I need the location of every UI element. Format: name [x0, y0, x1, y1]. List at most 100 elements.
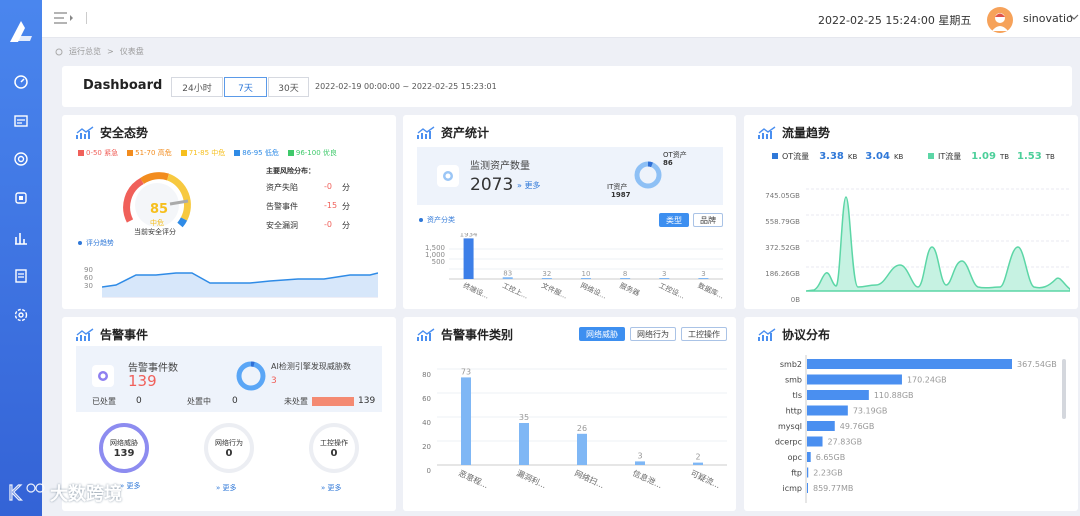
protocol-bar-chart: smb2 367.54GB smb 170.24GB tls 110.88GB http 73…: [775, 355, 1057, 503]
tab-7d[interactable]: 7天: [224, 77, 267, 97]
score-trend-chart: [102, 272, 378, 298]
alarm-bar-chart: 73 恶意程... 35 漏洞利... 26 网络扫... 3 信息泄... 2 可疑流...: [437, 367, 727, 490]
nav-list-icon[interactable]: [9, 109, 33, 133]
severity-legend-item: 51-70 高危: [127, 148, 172, 158]
ics-more-link[interactable]: » 更多: [321, 483, 342, 493]
breadcrumb: 运行总览 > 仪表盘: [55, 46, 144, 57]
network-threat-circle[interactable]: 网络威胁 139: [99, 423, 149, 473]
protocol-bar[interactable]: [807, 483, 808, 493]
x-tick-label: 服务器: [618, 281, 641, 298]
dashboard-header: Dashboard 24小时 7天 30天 2022-02-19 00:00:0…: [62, 66, 1072, 107]
nav-chart-icon[interactable]: [9, 226, 33, 250]
threat-more-link[interactable]: » 更多: [120, 481, 141, 491]
score-caption: 当前安全评分: [134, 228, 176, 236]
trend-chart-icon: [76, 125, 94, 139]
network-behavior-circle[interactable]: 网络行为 0: [204, 423, 254, 473]
protocol-bar[interactable]: [807, 421, 835, 431]
alarm-bar[interactable]: [693, 462, 703, 465]
type-button[interactable]: 类型: [659, 213, 689, 227]
asset-donut-chart: [634, 161, 662, 189]
severity-legend: 0-50 紧急 51-70 高危 71-85 中危 86-95 低危 96-100 优良: [78, 148, 337, 158]
protocol-name: icmp: [783, 484, 803, 493]
ai-donut-chart: [236, 361, 266, 391]
alarm-bar[interactable]: [577, 433, 587, 465]
x-tick-label: 文件服...: [540, 281, 569, 301]
protocol-bar[interactable]: [807, 359, 1012, 369]
protocol-name: dcerpc: [775, 438, 802, 447]
protocol-bar[interactable]: [807, 436, 823, 447]
trend-chart-icon: [417, 327, 435, 341]
avatar[interactable]: [987, 7, 1013, 33]
behavior-filter-button[interactable]: 网络行为: [630, 327, 676, 341]
protocol-bar[interactable]: [807, 390, 869, 400]
chevron-down-icon[interactable]: [1069, 12, 1079, 22]
alarm-types-title: 告警事件类别: [417, 326, 513, 343]
risk-label: 告警事件: [266, 202, 298, 211]
ot-asset-value: 86: [663, 159, 673, 167]
ot-traffic-legend: OT流量 3.38 KB 3.04 KB: [772, 151, 903, 162]
location-icon: [55, 48, 63, 55]
score-value: 85: [150, 202, 169, 217]
bar-value-label: 1934: [460, 233, 478, 238]
asset-bar[interactable]: [659, 278, 670, 279]
behavior-more-link[interactable]: » 更多: [216, 483, 237, 493]
threat-filter-button[interactable]: 网络威胁: [579, 327, 625, 341]
breadcrumb-root[interactable]: 运行总览: [69, 46, 101, 57]
tab-24h[interactable]: 24小时: [171, 77, 223, 97]
divider: [86, 12, 87, 24]
handled-label: 已处置: [92, 397, 116, 406]
protocol-value-label: 170.24GB: [907, 376, 947, 385]
alarm-y-axis: 80 60 40 20 0: [422, 371, 431, 475]
x-tick-label: 可疑流...: [689, 468, 722, 490]
severity-legend-item: 96-100 优良: [287, 148, 337, 158]
asset-bar[interactable]: [541, 278, 552, 279]
protocol-bar[interactable]: [807, 467, 809, 478]
nav-dashboard-icon[interactable]: [9, 70, 33, 94]
tab-30d[interactable]: 30天: [268, 77, 309, 97]
protocol-name: mysql: [778, 422, 802, 431]
protocol-bar[interactable]: [807, 374, 902, 385]
bar-value-label: 3: [637, 451, 642, 460]
alarm-types-card: 告警事件类别 网络威胁 网络行为 工控操作 80 60 40 20 0 73 恶意程...…: [403, 317, 736, 511]
brand-button[interactable]: 品牌: [693, 213, 723, 227]
protocols-title: 协议分布: [758, 326, 830, 343]
protocol-value-label: 110.88GB: [874, 391, 914, 400]
scrollbar[interactable]: [1062, 359, 1066, 419]
risk-value: -15: [324, 201, 338, 210]
menu-toggle-icon[interactable]: [54, 12, 74, 24]
nav-settings-icon[interactable]: [9, 303, 33, 327]
protocol-name: opc: [788, 453, 802, 462]
assets-title: 资产统计: [417, 124, 489, 141]
asset-bar[interactable]: [463, 238, 474, 279]
nav-report-icon[interactable]: [9, 264, 33, 288]
traffic-y-axis: 745.05GB 558.79GB 372.52GB 186.26GB 0B: [765, 192, 800, 304]
username[interactable]: sinovatio: [1023, 12, 1073, 25]
alarm-icon: [92, 365, 114, 387]
unhandled-bar: [312, 397, 354, 406]
nav-target-icon[interactable]: [9, 147, 33, 171]
ics-filter-button[interactable]: 工控操作: [681, 327, 727, 341]
ics-operation-circle[interactable]: 工控操作 0: [309, 423, 359, 473]
processing-label: 处置中: [187, 397, 211, 406]
asset-bar[interactable]: [698, 278, 709, 279]
traffic-title: 流量趋势: [758, 124, 830, 141]
asset-bar[interactable]: [620, 278, 631, 279]
bar-value-label: 2: [695, 453, 700, 462]
asset-bar[interactable]: [581, 278, 591, 279]
alarm-count-value: 139: [128, 372, 157, 390]
protocols-card: 协议分布 smb2 367.54GB smb 170.24GB tls 110.88GB h…: [744, 317, 1078, 511]
protocol-bar[interactable]: [807, 405, 848, 416]
asset-bar[interactable]: [502, 277, 513, 279]
alarm-bar[interactable]: [635, 461, 645, 465]
nav-device-icon[interactable]: [9, 186, 33, 210]
x-tick-label: 终端设...: [462, 281, 491, 301]
protocol-value-label: 859.77MB: [813, 484, 853, 493]
alarm-bar[interactable]: [461, 377, 471, 465]
bar-value-label: 3: [662, 270, 666, 278]
protocol-bar[interactable]: [807, 452, 811, 462]
x-tick-label: 工控上...: [501, 281, 530, 301]
risk-unit: 分: [342, 221, 350, 230]
asset-bar-chart: 1934 终端设... 83 工控上... 32 文件服... 10 网络设... 8 服务器 3 工…: [449, 233, 723, 301]
alarm-bar[interactable]: [519, 423, 529, 465]
more-link[interactable]: » 更多: [517, 180, 540, 191]
